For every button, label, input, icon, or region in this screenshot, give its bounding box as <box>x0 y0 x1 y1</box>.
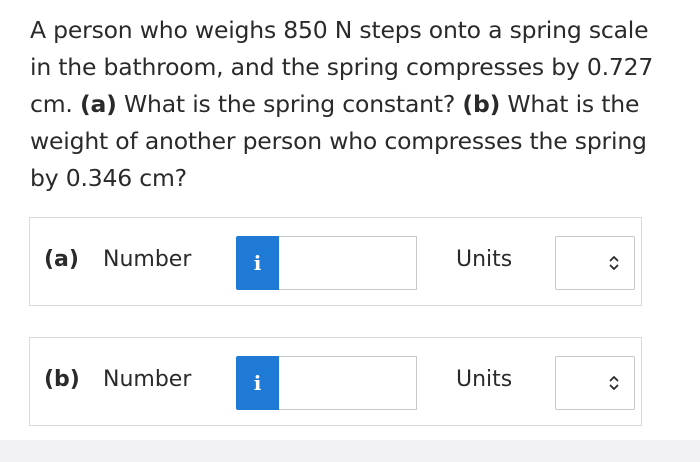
units-select-a[interactable] <box>555 236 635 290</box>
units-label-b: Units <box>456 367 513 392</box>
answer-row-b: (b) Number i Units <box>29 337 642 426</box>
number-label-a: Number <box>103 247 192 272</box>
number-input-b[interactable] <box>279 356 417 410</box>
answer-row-a: (a) Number i Units <box>29 217 642 306</box>
chevron-up-down-icon <box>609 376 619 390</box>
info-icon: i <box>253 251 262 275</box>
number-input-a[interactable] <box>279 236 417 290</box>
question-page: A person who weighs 850 N steps onto a s… <box>0 0 700 462</box>
bottom-strip <box>0 440 700 462</box>
question-text: A person who weighs 850 N steps onto a s… <box>30 12 670 197</box>
number-label-b: Number <box>103 367 192 392</box>
part-b-label: (b) <box>44 367 80 392</box>
question-part-a-tag: (a) <box>79 90 117 118</box>
units-select-b[interactable] <box>555 356 635 410</box>
info-button-a[interactable]: i <box>236 236 279 290</box>
question-text-part-a: What is the spring constant? <box>116 90 463 118</box>
info-icon: i <box>253 371 262 395</box>
info-button-b[interactable]: i <box>236 356 279 410</box>
question-part-b-tag: (b) <box>462 90 501 118</box>
part-a-label: (a) <box>44 247 79 272</box>
units-label-a: Units <box>456 247 513 272</box>
chevron-up-down-icon <box>609 256 619 270</box>
